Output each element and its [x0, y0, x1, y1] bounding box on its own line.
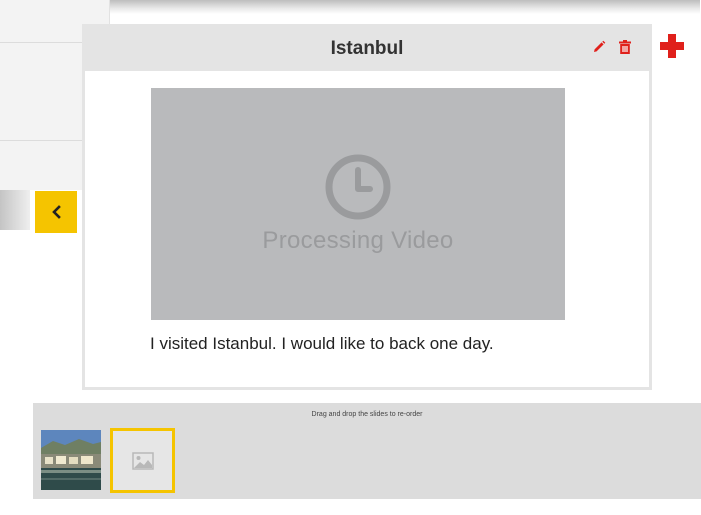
reorder-hint: Drag and drop the slides to re-order: [311, 411, 423, 418]
thumbnail-strip: Drag and drop the slides to re-order: [33, 403, 701, 499]
slide-thumbnail-photo[interactable]: [41, 430, 101, 490]
background-shadow: [0, 190, 30, 230]
plus-icon: [660, 34, 684, 58]
video-status: Processing Video: [262, 227, 454, 254]
video-placeholder: Processing Video: [151, 88, 565, 320]
slide-caption: I visited Istanbul. I would like to back…: [150, 334, 494, 353]
slide-thumbnail-current[interactable]: [110, 428, 175, 493]
photo-thumbnail-image: [41, 430, 101, 490]
pencil-icon[interactable]: [591, 39, 607, 55]
slide-actions: [591, 39, 633, 55]
previous-slide-button[interactable]: [35, 191, 77, 233]
image-icon: [131, 451, 154, 470]
clock-icon: [325, 154, 391, 220]
slide-header: Istanbul: [85, 27, 649, 71]
chevron-left-icon: [52, 205, 61, 219]
add-slide-button[interactable]: [659, 33, 685, 59]
trash-icon[interactable]: [617, 39, 633, 55]
slide-title: Istanbul: [330, 38, 404, 59]
slide-card: Istanbul Processing Video I visited Ista…: [82, 24, 652, 390]
background-shadow: [110, 0, 700, 14]
